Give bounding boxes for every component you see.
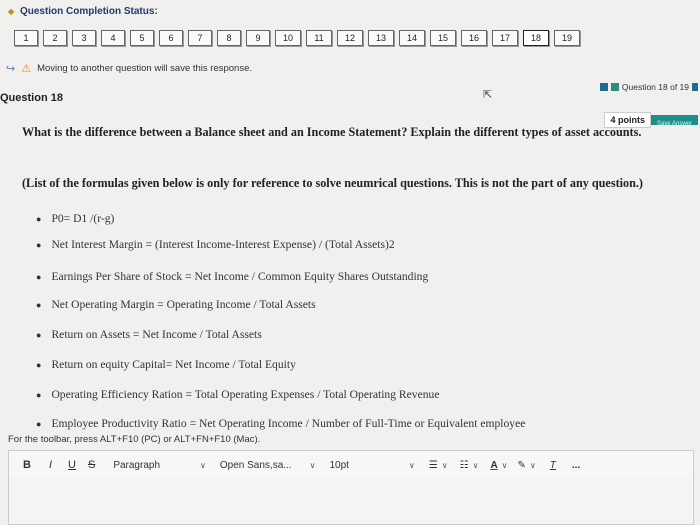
formula-text: Return on Assets = Net Income / Total As… [51,328,262,341]
question-text: What is the difference between a Balance… [22,125,642,139]
warning-icon: ⚠ [21,63,32,75]
status-title-text: Question Completion Status: [19,6,158,17]
formula-item: ● P0= D1 /(r-g) [36,212,114,225]
collapse-diamond-icon[interactable]: ◆ [8,7,14,16]
progress-square-icon [599,83,608,91]
question-button-9[interactable]: 9 [246,30,270,46]
question-button-14[interactable]: 14 [399,30,425,46]
formula-item: ● Return on equity Capital= Net Income /… [36,358,296,371]
clear-format-button[interactable]: T [550,460,556,471]
question-button-19[interactable]: 19 [554,30,580,46]
formula-item: ● Net Interest Margin = (Interest Income… [36,238,395,251]
question-navigator: 1 2 3 4 5 6 7 8 9 10 11 12 13 14 15 16 1… [14,30,580,46]
question-button-17[interactable]: 17 [492,30,518,46]
chevron-down-icon: ∨ [441,460,448,470]
strikethrough-button[interactable]: S [88,459,95,471]
question-heading: Question 18 [0,92,63,104]
formula-text: Employee Productivity Ratio = Net Operat… [51,417,526,430]
font-size-label: 10pt [329,459,349,471]
question-progress: Question 18 of 19 [599,82,698,92]
font-select[interactable]: Open Sans,sa... ∨ [220,460,316,471]
arrow-right-icon: ↪ [6,63,16,75]
clear-format-icon: T [549,459,556,471]
chevron-down-icon: ∨ [472,460,479,470]
bullet-icon: ● [36,330,42,340]
question-completion-status: ◆ Question Completion Status: [8,6,158,17]
question-button-3[interactable]: 3 [72,30,96,46]
question-button-10[interactable]: 10 [275,30,301,46]
formula-item: ● Return on Assets = Net Income / Total … [36,328,262,341]
bullet-icon: ● [36,240,42,250]
progress-square-icon [692,83,698,91]
question-button-7[interactable]: 7 [188,30,212,46]
mouse-cursor-icon: ⇱ [483,89,493,101]
formula-text: Operating Efficiency Ration = Total Oper… [51,388,440,401]
underline-button[interactable]: U [68,459,76,471]
question-button-2[interactable]: 2 [43,30,67,46]
question-button-12[interactable]: 12 [337,30,363,46]
bullet-icon: ● [36,390,42,400]
italic-button[interactable]: I [49,459,52,471]
formula-note: (List of the formulas given below is onl… [22,176,643,190]
question-button-8[interactable]: 8 [217,30,241,46]
formula-item: ● Operating Efficiency Ration = Total Op… [36,388,439,401]
bullet-icon: ● [36,360,42,370]
question-button-15[interactable]: 15 [430,30,456,46]
question-button-5[interactable]: 5 [130,30,154,46]
save-warning: ↪ ⚠ Moving to another question will save… [6,62,252,75]
progress-label: Question 18 of 19 [621,82,689,92]
text-color-button[interactable]: A ∨ [490,460,507,471]
bullet-icon: ● [36,214,42,224]
chevron-down-icon: ∨ [501,460,508,470]
bullet-icon: ● [36,419,42,429]
question-button-11[interactable]: 11 [306,30,332,46]
formula-item: ● Employee Productivity Ratio = Net Oper… [36,417,525,430]
more-options-button[interactable]: ... [572,460,580,471]
highlighter-icon: ✎ [517,459,526,471]
formula-text: Net Interest Margin = (Interest Income-I… [51,238,395,251]
chevron-down-icon: ∨ [200,460,206,470]
numbered-list-icon: ☷ [459,459,469,471]
formula-text: Return on equity Capital= Net Income / T… [51,358,296,371]
formula-text: Net Operating Margin = Operating Income … [51,298,316,311]
bullet-icon: ● [36,300,42,310]
numbered-list-button[interactable]: ☷ ∨ [460,460,479,471]
question-button-16[interactable]: 16 [461,30,487,46]
highlight-button[interactable]: ✎ ∨ [518,460,536,471]
question-button-6[interactable]: 6 [159,30,183,46]
bold-button[interactable]: B [23,459,31,471]
text-color-icon: A [490,459,498,471]
editor-toolbar: B I U S Paragraph ∨ Open Sans,sa... ∨ 10… [8,450,694,480]
question-button-13[interactable]: 13 [368,30,394,46]
bullet-list-icon: ☰ [428,459,438,471]
toolbar-hint: For the toolbar, press ALT+F10 (PC) or A… [8,434,261,445]
paragraph-select[interactable]: Paragraph ∨ [113,460,206,471]
answer-editor[interactable] [8,478,694,525]
chevron-down-icon: ∨ [309,460,316,470]
formula-item: ● Earnings Per Share of Stock = Net Inco… [36,270,428,283]
question-button-4[interactable]: 4 [101,30,125,46]
progress-square-icon [610,83,619,91]
bullet-icon: ● [36,272,42,282]
formula-text: Earnings Per Share of Stock = Net Income… [51,270,429,283]
font-label: Open Sans,sa... [219,459,292,471]
question-button-18[interactable]: 18 [523,30,549,46]
font-size-select[interactable]: 10pt ∨ [329,460,414,471]
formula-text: P0= D1 /(r-g) [51,212,115,225]
chevron-down-icon: ∨ [408,460,415,470]
paragraph-label: Paragraph [113,459,161,471]
formula-item: ● Net Operating Margin = Operating Incom… [36,298,316,311]
chevron-down-icon: ∨ [529,460,536,470]
bullet-list-button[interactable]: ☰ ∨ [429,460,448,471]
warning-text: Moving to another question will save thi… [37,63,253,74]
question-button-1[interactable]: 1 [14,30,38,46]
